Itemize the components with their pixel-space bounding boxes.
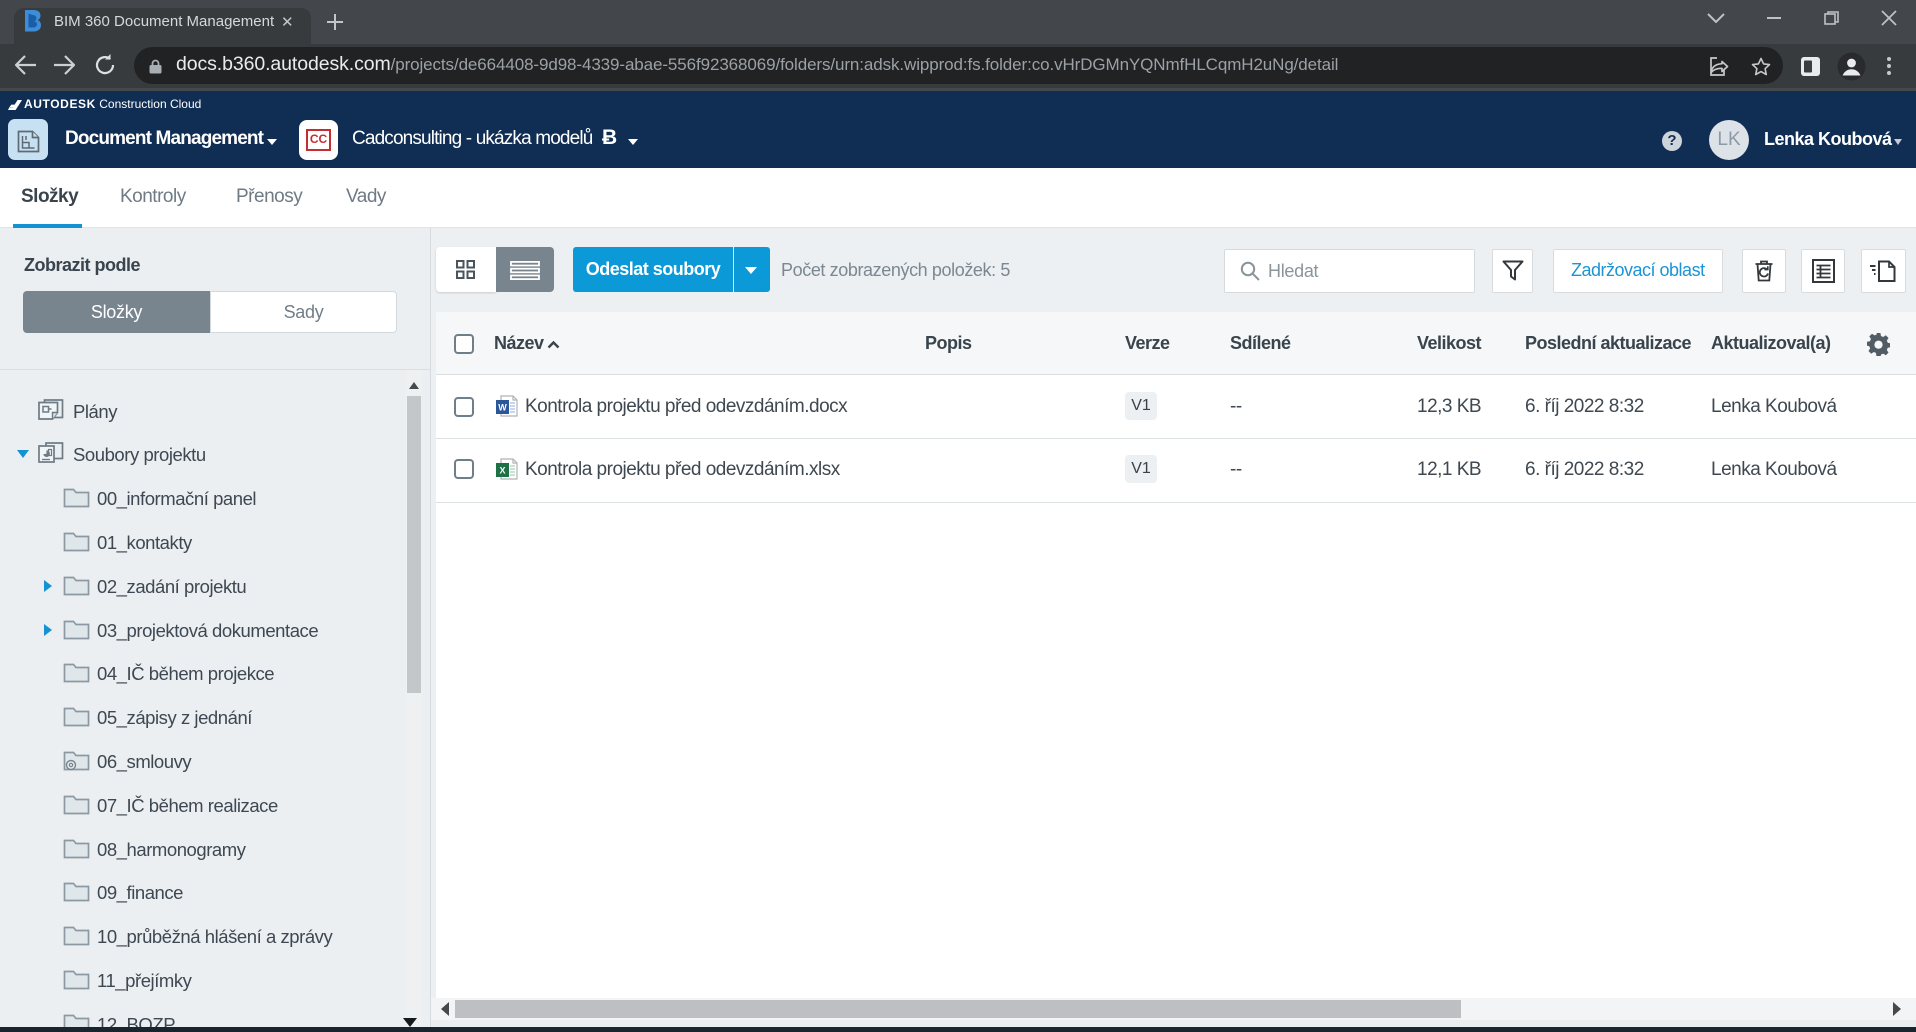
- svg-text:X: X: [499, 466, 505, 476]
- svg-text:W: W: [498, 403, 507, 413]
